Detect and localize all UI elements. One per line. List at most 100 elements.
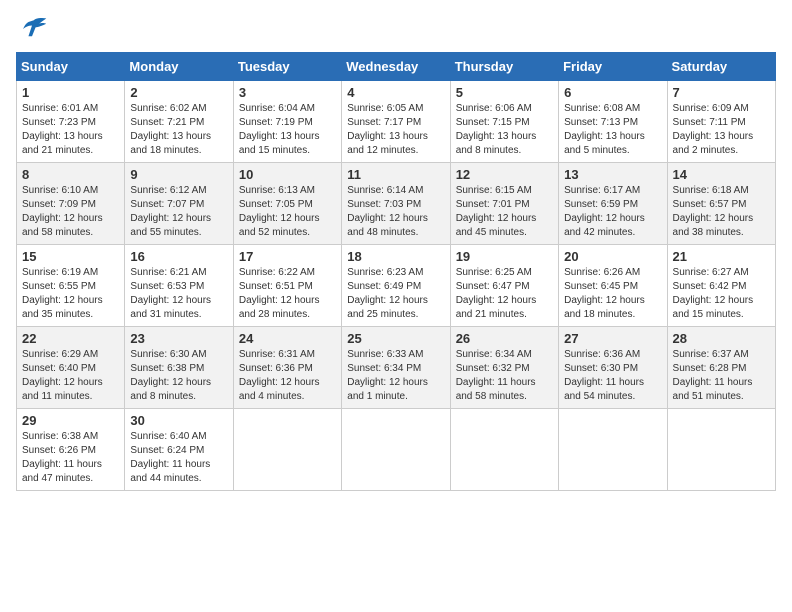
calendar-cell: 23 Sunrise: 6:30 AMSunset: 6:38 PMDaylig… [125,327,233,409]
calendar-cell: 19 Sunrise: 6:25 AMSunset: 6:47 PMDaylig… [450,245,558,327]
calendar-cell [667,409,775,491]
day-header-tuesday: Tuesday [233,53,341,81]
calendar-cell: 21 Sunrise: 6:27 AMSunset: 6:42 PMDaylig… [667,245,775,327]
day-info: Sunrise: 6:29 AMSunset: 6:40 PMDaylight:… [22,349,103,402]
day-info: Sunrise: 6:08 AMSunset: 7:13 PMDaylight:… [564,103,645,156]
calendar-week-2: 8 Sunrise: 6:10 AMSunset: 7:09 PMDayligh… [17,163,776,245]
day-number: 26 [456,331,553,346]
calendar-cell: 14 Sunrise: 6:18 AMSunset: 6:57 PMDaylig… [667,163,775,245]
day-number: 15 [22,249,119,264]
day-info: Sunrise: 6:14 AMSunset: 7:03 PMDaylight:… [347,185,428,238]
day-header-monday: Monday [125,53,233,81]
day-info: Sunrise: 6:27 AMSunset: 6:42 PMDaylight:… [673,267,754,320]
day-number: 2 [130,85,227,100]
day-number: 8 [22,167,119,182]
day-number: 24 [239,331,336,346]
day-info: Sunrise: 6:05 AMSunset: 7:17 PMDaylight:… [347,103,428,156]
day-number: 25 [347,331,444,346]
day-header-friday: Friday [559,53,667,81]
day-number: 5 [456,85,553,100]
day-number: 16 [130,249,227,264]
calendar-cell: 28 Sunrise: 6:37 AMSunset: 6:28 PMDaylig… [667,327,775,409]
calendar-cell: 2 Sunrise: 6:02 AMSunset: 7:21 PMDayligh… [125,81,233,163]
day-info: Sunrise: 6:13 AMSunset: 7:05 PMDaylight:… [239,185,320,238]
calendar-body: 1 Sunrise: 6:01 AMSunset: 7:23 PMDayligh… [17,81,776,491]
day-info: Sunrise: 6:10 AMSunset: 7:09 PMDaylight:… [22,185,103,238]
calendar-cell: 17 Sunrise: 6:22 AMSunset: 6:51 PMDaylig… [233,245,341,327]
calendar-cell: 20 Sunrise: 6:26 AMSunset: 6:45 PMDaylig… [559,245,667,327]
day-number: 7 [673,85,770,100]
calendar-cell [233,409,341,491]
calendar-cell: 29 Sunrise: 6:38 AMSunset: 6:26 PMDaylig… [17,409,125,491]
day-number: 23 [130,331,227,346]
day-info: Sunrise: 6:33 AMSunset: 6:34 PMDaylight:… [347,349,428,402]
day-number: 11 [347,167,444,182]
day-number: 29 [22,413,119,428]
calendar-cell: 24 Sunrise: 6:31 AMSunset: 6:36 PMDaylig… [233,327,341,409]
day-info: Sunrise: 6:01 AMSunset: 7:23 PMDaylight:… [22,103,103,156]
day-info: Sunrise: 6:17 AMSunset: 6:59 PMDaylight:… [564,185,645,238]
day-number: 14 [673,167,770,182]
calendar-cell: 30 Sunrise: 6:40 AMSunset: 6:24 PMDaylig… [125,409,233,491]
calendar-header: SundayMondayTuesdayWednesdayThursdayFrid… [17,53,776,81]
day-number: 1 [22,85,119,100]
calendar-cell: 16 Sunrise: 6:21 AMSunset: 6:53 PMDaylig… [125,245,233,327]
day-info: Sunrise: 6:36 AMSunset: 6:30 PMDaylight:… [564,349,644,402]
day-info: Sunrise: 6:26 AMSunset: 6:45 PMDaylight:… [564,267,645,320]
calendar-cell: 25 Sunrise: 6:33 AMSunset: 6:34 PMDaylig… [342,327,450,409]
logo-icon [16,16,48,44]
calendar-cell: 5 Sunrise: 6:06 AMSunset: 7:15 PMDayligh… [450,81,558,163]
calendar-cell: 1 Sunrise: 6:01 AMSunset: 7:23 PMDayligh… [17,81,125,163]
calendar-cell [342,409,450,491]
day-number: 19 [456,249,553,264]
calendar-cell: 18 Sunrise: 6:23 AMSunset: 6:49 PMDaylig… [342,245,450,327]
day-info: Sunrise: 6:04 AMSunset: 7:19 PMDaylight:… [239,103,320,156]
day-info: Sunrise: 6:06 AMSunset: 7:15 PMDaylight:… [456,103,537,156]
day-info: Sunrise: 6:38 AMSunset: 6:26 PMDaylight:… [22,431,102,484]
day-info: Sunrise: 6:30 AMSunset: 6:38 PMDaylight:… [130,349,211,402]
day-info: Sunrise: 6:09 AMSunset: 7:11 PMDaylight:… [673,103,754,156]
calendar-cell: 13 Sunrise: 6:17 AMSunset: 6:59 PMDaylig… [559,163,667,245]
calendar-cell: 9 Sunrise: 6:12 AMSunset: 7:07 PMDayligh… [125,163,233,245]
calendar-cell: 12 Sunrise: 6:15 AMSunset: 7:01 PMDaylig… [450,163,558,245]
calendar-cell: 3 Sunrise: 6:04 AMSunset: 7:19 PMDayligh… [233,81,341,163]
day-header-saturday: Saturday [667,53,775,81]
day-number: 18 [347,249,444,264]
day-header-wednesday: Wednesday [342,53,450,81]
day-info: Sunrise: 6:34 AMSunset: 6:32 PMDaylight:… [456,349,536,402]
calendar-cell: 10 Sunrise: 6:13 AMSunset: 7:05 PMDaylig… [233,163,341,245]
page-header [16,16,776,44]
day-number: 30 [130,413,227,428]
day-info: Sunrise: 6:12 AMSunset: 7:07 PMDaylight:… [130,185,211,238]
day-info: Sunrise: 6:18 AMSunset: 6:57 PMDaylight:… [673,185,754,238]
calendar-week-4: 22 Sunrise: 6:29 AMSunset: 6:40 PMDaylig… [17,327,776,409]
day-info: Sunrise: 6:15 AMSunset: 7:01 PMDaylight:… [456,185,537,238]
day-info: Sunrise: 6:23 AMSunset: 6:49 PMDaylight:… [347,267,428,320]
day-number: 9 [130,167,227,182]
calendar-cell [559,409,667,491]
day-number: 4 [347,85,444,100]
day-number: 27 [564,331,661,346]
calendar-cell: 11 Sunrise: 6:14 AMSunset: 7:03 PMDaylig… [342,163,450,245]
day-info: Sunrise: 6:31 AMSunset: 6:36 PMDaylight:… [239,349,320,402]
calendar-cell: 26 Sunrise: 6:34 AMSunset: 6:32 PMDaylig… [450,327,558,409]
day-info: Sunrise: 6:37 AMSunset: 6:28 PMDaylight:… [673,349,753,402]
day-number: 12 [456,167,553,182]
day-info: Sunrise: 6:22 AMSunset: 6:51 PMDaylight:… [239,267,320,320]
calendar-cell: 7 Sunrise: 6:09 AMSunset: 7:11 PMDayligh… [667,81,775,163]
day-number: 22 [22,331,119,346]
calendar-cell: 4 Sunrise: 6:05 AMSunset: 7:17 PMDayligh… [342,81,450,163]
day-number: 21 [673,249,770,264]
day-number: 10 [239,167,336,182]
day-number: 13 [564,167,661,182]
calendar-cell: 8 Sunrise: 6:10 AMSunset: 7:09 PMDayligh… [17,163,125,245]
day-info: Sunrise: 6:25 AMSunset: 6:47 PMDaylight:… [456,267,537,320]
calendar-week-3: 15 Sunrise: 6:19 AMSunset: 6:55 PMDaylig… [17,245,776,327]
calendar-cell: 6 Sunrise: 6:08 AMSunset: 7:13 PMDayligh… [559,81,667,163]
calendar-cell: 22 Sunrise: 6:29 AMSunset: 6:40 PMDaylig… [17,327,125,409]
calendar-table: SundayMondayTuesdayWednesdayThursdayFrid… [16,52,776,491]
day-number: 28 [673,331,770,346]
day-number: 6 [564,85,661,100]
day-info: Sunrise: 6:19 AMSunset: 6:55 PMDaylight:… [22,267,103,320]
calendar-week-5: 29 Sunrise: 6:38 AMSunset: 6:26 PMDaylig… [17,409,776,491]
